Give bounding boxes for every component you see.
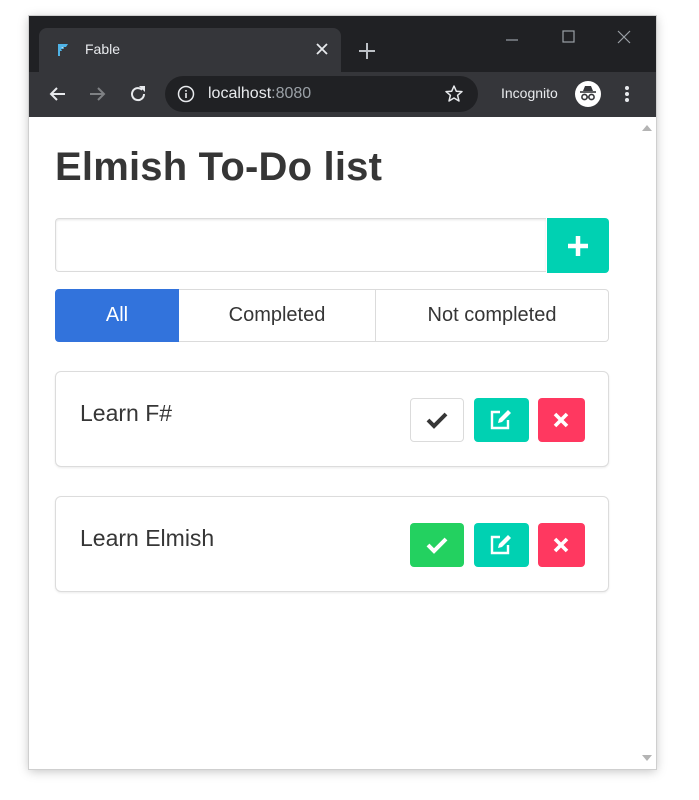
- times-icon: [553, 537, 569, 553]
- edit-icon: [490, 410, 511, 430]
- new-todo-input[interactable]: [55, 218, 546, 272]
- check-icon: [426, 412, 448, 429]
- bookmark-star-icon[interactable]: [444, 84, 464, 104]
- check-icon: [426, 537, 448, 554]
- delete-todo-button[interactable]: [538, 398, 585, 442]
- toggle-complete-button[interactable]: [410, 398, 464, 442]
- edit-icon: [490, 535, 511, 555]
- minimize-icon[interactable]: [497, 28, 527, 52]
- todo-item: Learn Elmish: [55, 496, 609, 592]
- filter-tabs: All Completed Not completed: [55, 289, 609, 342]
- browser-window: Fable localhost:8080 Incognito Elmish To…: [29, 16, 656, 769]
- browser-tab[interactable]: Fable: [39, 28, 341, 72]
- todo-item: Learn F#: [55, 371, 609, 467]
- scroll-down-arrow-icon[interactable]: [642, 755, 652, 761]
- url-host: localhost: [208, 85, 272, 102]
- url-port: :8080: [271, 85, 312, 102]
- tab-title: Fable: [85, 41, 121, 57]
- toggle-complete-button[interactable]: [410, 523, 464, 567]
- plus-icon: [568, 236, 588, 256]
- incognito-icon[interactable]: [575, 81, 601, 107]
- edit-todo-button[interactable]: [474, 398, 529, 442]
- edit-todo-button[interactable]: [474, 523, 529, 567]
- new-tab-icon[interactable]: [355, 39, 379, 63]
- filter-not-completed[interactable]: Not completed: [376, 289, 609, 342]
- page-viewport: Elmish To-Do list All Completed Not comp…: [29, 117, 656, 769]
- filter-all[interactable]: All: [55, 289, 179, 342]
- tab-strip: Fable: [29, 16, 656, 72]
- add-todo-button[interactable]: [547, 218, 609, 273]
- close-tab-icon[interactable]: [313, 40, 331, 58]
- forward-arrow-icon[interactable]: [85, 82, 109, 106]
- window-close-icon[interactable]: [609, 28, 639, 52]
- todo-text: Learn Elmish: [80, 525, 215, 551]
- menu-kebab-icon[interactable]: [619, 82, 635, 106]
- delete-todo-button[interactable]: [538, 523, 585, 567]
- address-bar[interactable]: localhost:8080: [165, 76, 478, 112]
- url-text: localhost:8080: [208, 85, 311, 103]
- incognito-label: Incognito: [501, 85, 558, 101]
- browser-toolbar: localhost:8080 Incognito: [29, 72, 656, 117]
- filter-completed[interactable]: Completed: [179, 289, 376, 342]
- info-icon[interactable]: [177, 85, 195, 103]
- scroll-up-arrow-icon[interactable]: [642, 125, 652, 131]
- back-arrow-icon[interactable]: [46, 82, 70, 106]
- fable-bird-icon: [55, 42, 71, 58]
- todo-text: Learn F#: [80, 400, 173, 426]
- page-title: Elmish To-Do list: [55, 145, 383, 189]
- reload-icon[interactable]: [126, 82, 150, 106]
- times-icon: [553, 412, 569, 428]
- maximize-icon[interactable]: [553, 28, 583, 52]
